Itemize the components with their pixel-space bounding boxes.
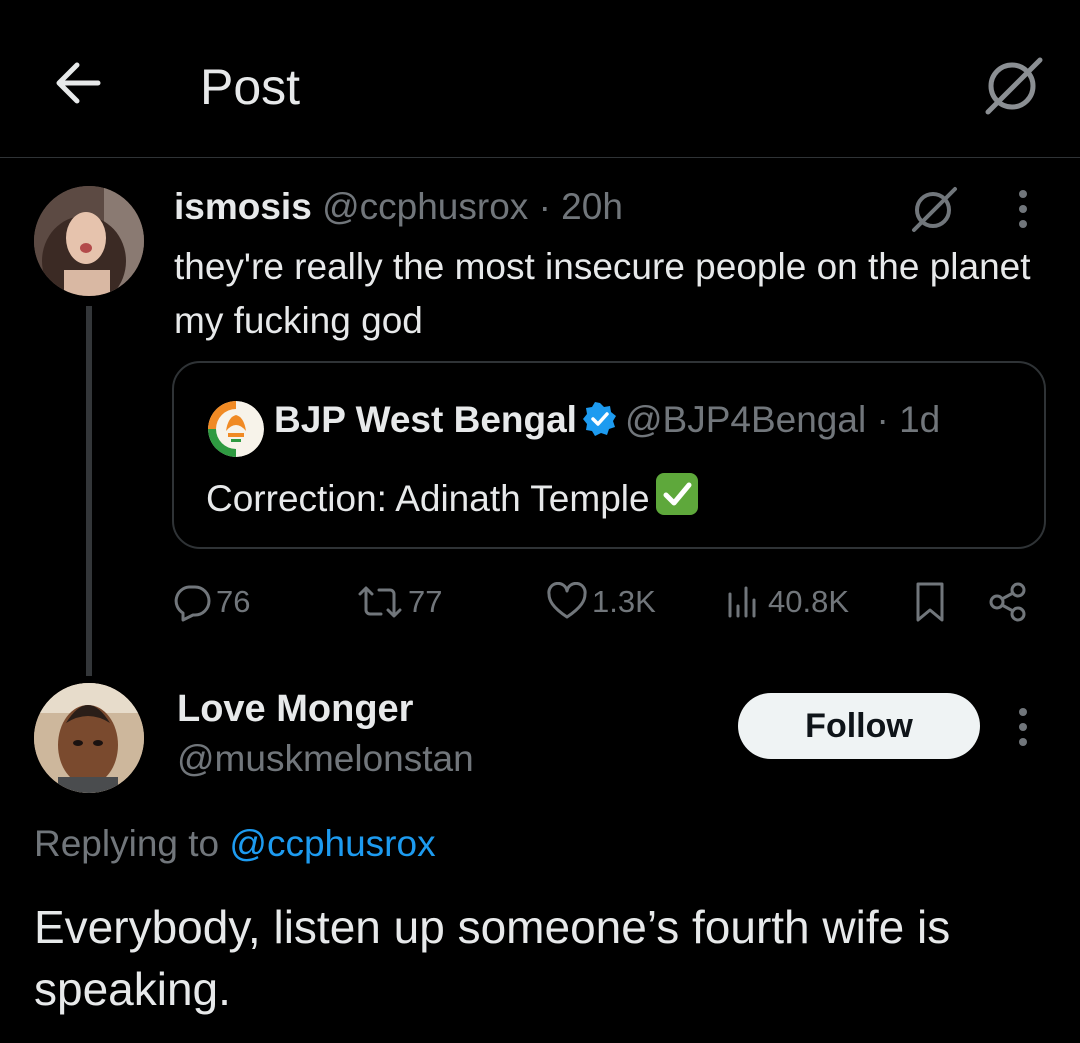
grok-icon	[985, 57, 1043, 115]
quote-author-handle[interactable]: @BJP4Bengal	[625, 399, 866, 440]
reply-avatar[interactable]	[34, 683, 144, 793]
bookmark-icon	[916, 582, 944, 622]
like-action[interactable]: 1.3K	[546, 580, 656, 624]
reply-action[interactable]: 76	[172, 580, 250, 624]
like-count: 1.3K	[592, 584, 656, 619]
repost-count: 77	[408, 584, 443, 619]
follow-button[interactable]: Follow	[738, 693, 980, 759]
author-handle[interactable]: @ccphusrox	[322, 186, 528, 227]
verified-badge-icon	[582, 402, 616, 436]
tweet-text: they're really the most insecure people …	[174, 246, 1031, 341]
tweet-header: ismosis @ccphusrox · 20h	[174, 186, 623, 228]
quoted-tweet-card[interactable]: BJP West Bengal @BJP4Bengal · 1d Correct…	[172, 361, 1046, 549]
author-name[interactable]: ismosis	[174, 186, 312, 227]
reply-author-name[interactable]: Love Monger	[177, 688, 413, 731]
separator: ·	[876, 399, 889, 440]
share-icon	[989, 582, 1026, 622]
reply-more-options-button[interactable]	[1006, 704, 1040, 750]
more-options-button[interactable]	[1006, 186, 1040, 232]
reply-count: 76	[216, 584, 251, 619]
analytics-icon	[728, 586, 756, 618]
quote-avatar[interactable]	[208, 401, 264, 457]
replying-to-handle-link[interactable]: @ccphusrox	[229, 823, 435, 864]
replying-to-label: Replying to	[34, 823, 220, 864]
arrow-left-icon	[56, 62, 101, 104]
reply-text: Everybody, listen up someone’s fourth wi…	[34, 901, 951, 1015]
timestamp[interactable]: 20h	[561, 186, 623, 227]
views-action[interactable]: 40.8K	[724, 580, 849, 624]
replying-to: Replying to @ccphusrox	[34, 823, 436, 865]
quote-timestamp[interactable]: 1d	[899, 399, 940, 440]
post-page: Post ismosis @ccphusrox · 20h they're re…	[0, 0, 1080, 1043]
avatar[interactable]	[34, 186, 144, 296]
repost-icon	[358, 586, 402, 618]
back-button[interactable]	[50, 55, 106, 111]
quote-author-name[interactable]: BJP West Bengal	[274, 399, 577, 440]
heart-icon	[547, 582, 587, 619]
thread-connector	[86, 306, 92, 676]
grok-button[interactable]	[980, 52, 1046, 118]
share-action[interactable]	[986, 580, 1030, 624]
check-mark-emoji-icon	[655, 473, 698, 515]
view-count: 40.8K	[768, 584, 850, 619]
bookmark-action[interactable]	[910, 580, 950, 624]
top-bar: Post	[0, 0, 1080, 158]
grok-explain-button[interactable]	[908, 183, 960, 235]
quote-header: BJP West Bengal @BJP4Bengal · 1d	[274, 399, 940, 441]
bjp-logo-icon	[208, 401, 264, 457]
comment-icon	[174, 585, 211, 622]
more-vertical-icon	[1019, 190, 1027, 228]
quote-text-line: Correction: Adinath Temple	[206, 473, 698, 520]
more-vertical-icon	[1019, 708, 1027, 746]
grok-icon	[912, 187, 957, 232]
quote-text: Correction: Adinath Temple	[206, 478, 650, 519]
separator: ·	[538, 186, 551, 227]
reply-author-handle[interactable]: @muskmelonstan	[177, 738, 474, 780]
repost-action[interactable]: 77	[356, 580, 442, 624]
page-title: Post	[200, 59, 301, 115]
